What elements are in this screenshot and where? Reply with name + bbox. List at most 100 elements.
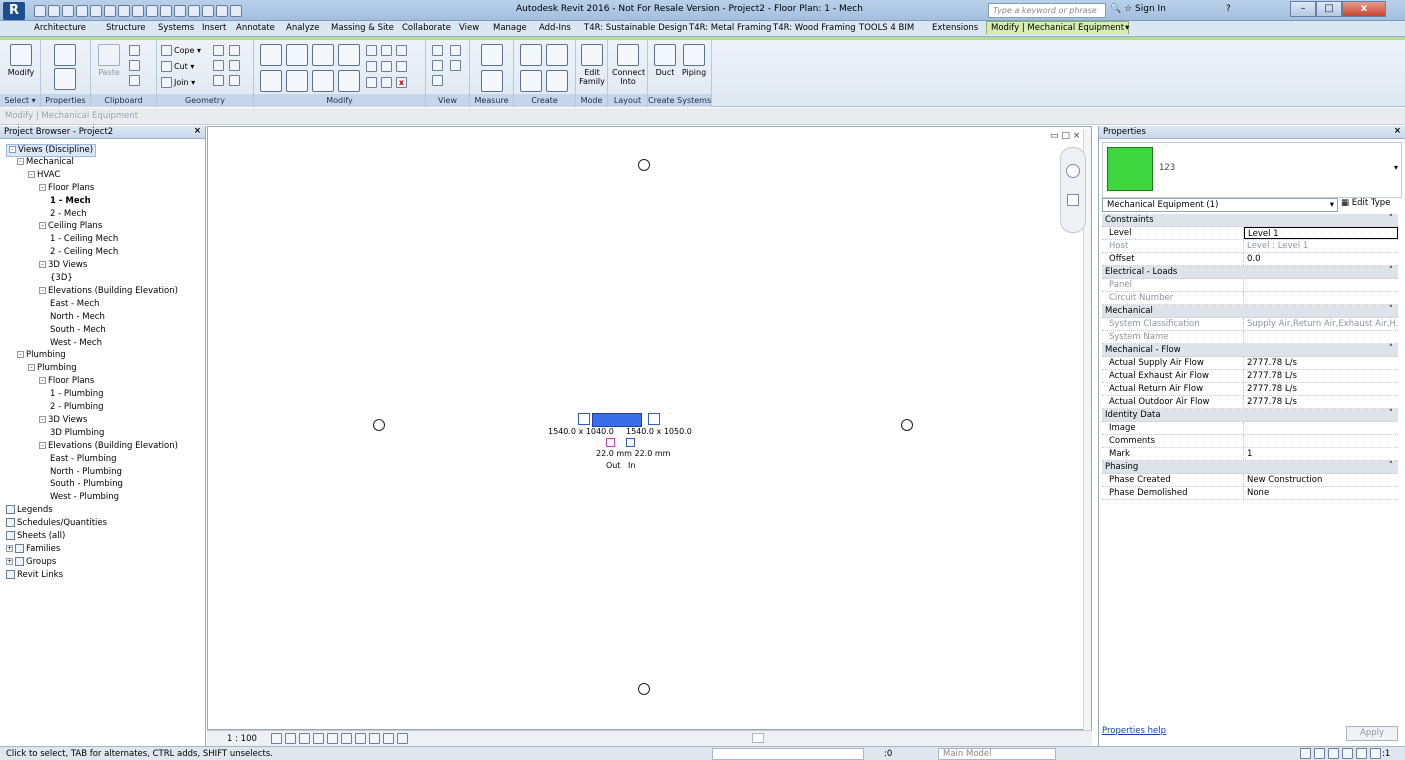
trim-multiple-icon[interactable] bbox=[381, 77, 392, 88]
pipe-connector-in-icon[interactable] bbox=[626, 438, 635, 447]
split-gap-icon[interactable] bbox=[381, 45, 392, 56]
steering-wheel-icon[interactable] bbox=[1066, 164, 1080, 178]
type-dropdown-icon[interactable]: ▾ bbox=[1394, 163, 1398, 172]
property-value[interactable]: None bbox=[1244, 487, 1398, 499]
align-button[interactable] bbox=[260, 44, 282, 68]
duct-system-button[interactable]: Duct bbox=[652, 44, 678, 77]
browser-node[interactable]: - Mechanical bbox=[17, 157, 74, 168]
property-category[interactable]: Phasing ˄ bbox=[1102, 461, 1398, 474]
pin-icon[interactable] bbox=[396, 45, 407, 56]
cut-scissors-icon[interactable] bbox=[129, 45, 140, 56]
property-value[interactable]: 0.0 bbox=[1244, 253, 1398, 265]
mirror-draw-axis-button[interactable] bbox=[338, 44, 360, 68]
restore-button[interactable]: □ bbox=[1316, 1, 1342, 17]
browser-node[interactable]: North - Mech bbox=[50, 312, 105, 323]
select-pinned-icon[interactable] bbox=[1328, 748, 1339, 759]
apply-button[interactable]: Apply bbox=[1346, 726, 1398, 741]
collapse-icon[interactable]: - bbox=[39, 286, 46, 294]
instance-filter-dropdown[interactable]: Mechanical Equipment (1) ▾ bbox=[1102, 198, 1338, 212]
tab-t4r-sustainable-design[interactable]: T4R: Sustainable Design bbox=[584, 23, 688, 33]
switch-windows-icon[interactable] bbox=[230, 4, 242, 17]
browser-node[interactable]: Schedules/Quantities bbox=[6, 518, 107, 529]
thin-lines-icon[interactable] bbox=[202, 4, 214, 17]
property-value[interactable]: 2777.78 L/s bbox=[1244, 383, 1398, 395]
sync-icon[interactable] bbox=[62, 4, 74, 17]
select-by-face-icon[interactable] bbox=[1342, 748, 1353, 759]
tab-architecture[interactable]: Architecture bbox=[34, 23, 86, 33]
demolish-icon[interactable] bbox=[229, 45, 240, 56]
mechanical-equipment-ahu[interactable] bbox=[578, 413, 660, 427]
property-category[interactable]: Constraints ˄ bbox=[1102, 214, 1398, 227]
text-icon[interactable] bbox=[160, 4, 172, 17]
zoom-region-icon[interactable] bbox=[1067, 194, 1079, 206]
property-category[interactable]: Mechanical ˄ bbox=[1102, 305, 1398, 318]
property-value[interactable] bbox=[1244, 435, 1398, 447]
tab-manage[interactable]: Manage bbox=[493, 23, 527, 33]
print-icon[interactable] bbox=[104, 4, 116, 17]
unpin-icon[interactable] bbox=[396, 61, 407, 72]
collapse-icon[interactable]: - bbox=[39, 377, 46, 385]
select-links-icon[interactable] bbox=[1300, 748, 1311, 759]
sun-path-icon[interactable] bbox=[299, 733, 310, 744]
browser-node[interactable]: West - Mech bbox=[50, 338, 102, 349]
detail-level-icon[interactable] bbox=[271, 733, 282, 744]
revit-logo-button[interactable]: R bbox=[3, 2, 25, 20]
override-graphics-icon[interactable] bbox=[432, 60, 443, 71]
undo-icon[interactable] bbox=[76, 4, 88, 17]
copy-element-button[interactable] bbox=[286, 70, 308, 94]
browser-node[interactable]: Revit Links bbox=[6, 569, 63, 581]
tag-icon[interactable] bbox=[146, 4, 158, 17]
browser-node[interactable]: South - Mech bbox=[50, 325, 106, 336]
view-scale[interactable]: 1 : 100 bbox=[227, 734, 257, 744]
browser-node[interactable]: - Views (Discipline) bbox=[6, 144, 97, 157]
collapse-icon[interactable]: - bbox=[39, 183, 46, 191]
browser-node[interactable]: 1 - Plumbing bbox=[50, 389, 104, 400]
ribbon-options-dropdown[interactable]: ▾ bbox=[1125, 23, 1129, 33]
aligned-dimension-button[interactable] bbox=[480, 70, 504, 94]
mirror-pick-axis-button[interactable] bbox=[312, 44, 334, 68]
array-icon[interactable] bbox=[366, 61, 377, 72]
measure-button[interactable] bbox=[480, 44, 504, 68]
tab-insert[interactable]: Insert bbox=[202, 23, 226, 33]
move-button[interactable] bbox=[260, 70, 282, 94]
cope-button[interactable]: Cope ▾ bbox=[161, 45, 201, 56]
property-value[interactable]: New Construction bbox=[1244, 474, 1398, 486]
browser-node[interactable]: -3D Views bbox=[39, 260, 87, 271]
property-value[interactable] bbox=[1244, 422, 1398, 434]
collapse-caret-icon[interactable]: ˄ bbox=[1389, 461, 1393, 473]
collapse-icon[interactable]: - bbox=[28, 364, 35, 372]
north-elevation-marker[interactable] bbox=[638, 159, 650, 171]
linework-icon[interactable] bbox=[432, 75, 443, 86]
west-elevation-marker[interactable] bbox=[373, 419, 385, 431]
measure-icon[interactable] bbox=[118, 4, 130, 17]
reveal-hidden-icon[interactable] bbox=[383, 733, 394, 744]
modify-button[interactable]: Modify bbox=[7, 44, 35, 77]
drag-elements-icon[interactable] bbox=[1356, 748, 1367, 759]
select-dropdown[interactable]: Select ▾ bbox=[0, 94, 40, 107]
collapse-icon[interactable]: - bbox=[9, 146, 16, 153]
tab-annotate[interactable]: Annotate bbox=[236, 23, 275, 33]
delete-icon[interactable]: x bbox=[396, 77, 407, 88]
view-settings-icon[interactable] bbox=[450, 45, 461, 56]
design-option-select[interactable]: Main Model bbox=[938, 748, 1056, 760]
browser-node[interactable]: East - Mech bbox=[50, 299, 99, 310]
tab-t4r-metal-framing[interactable]: T4R: Metal Framing bbox=[689, 23, 771, 33]
cut-geometry-button[interactable]: Cut ▾ bbox=[161, 61, 194, 72]
browser-node[interactable]: - Plumbing bbox=[17, 350, 66, 361]
collapse-caret-icon[interactable]: ˄ bbox=[1389, 266, 1393, 278]
select-underlay-icon[interactable] bbox=[1314, 748, 1325, 759]
tab-systems[interactable]: Systems bbox=[158, 23, 194, 33]
collapse-caret-icon[interactable]: ˄ bbox=[1389, 344, 1393, 356]
browser-node[interactable]: -3D Views bbox=[39, 415, 87, 426]
south-elevation-marker[interactable] bbox=[638, 683, 650, 695]
filter-view-icon[interactable] bbox=[450, 60, 461, 71]
split-face-icon[interactable] bbox=[213, 45, 224, 56]
tab-view[interactable]: View bbox=[459, 23, 479, 33]
analytical-model-icon[interactable] bbox=[397, 733, 408, 744]
beam-join-icon[interactable] bbox=[229, 60, 240, 71]
properties-help-link[interactable]: Properties help bbox=[1102, 726, 1166, 736]
type-selector[interactable]: 123 ▾ bbox=[1102, 142, 1402, 198]
collapse-icon[interactable]: - bbox=[39, 441, 46, 449]
browser-node[interactable]: 2 - Plumbing bbox=[50, 402, 104, 413]
edit-type-button[interactable]: ▦ Edit Type bbox=[1341, 198, 1390, 208]
